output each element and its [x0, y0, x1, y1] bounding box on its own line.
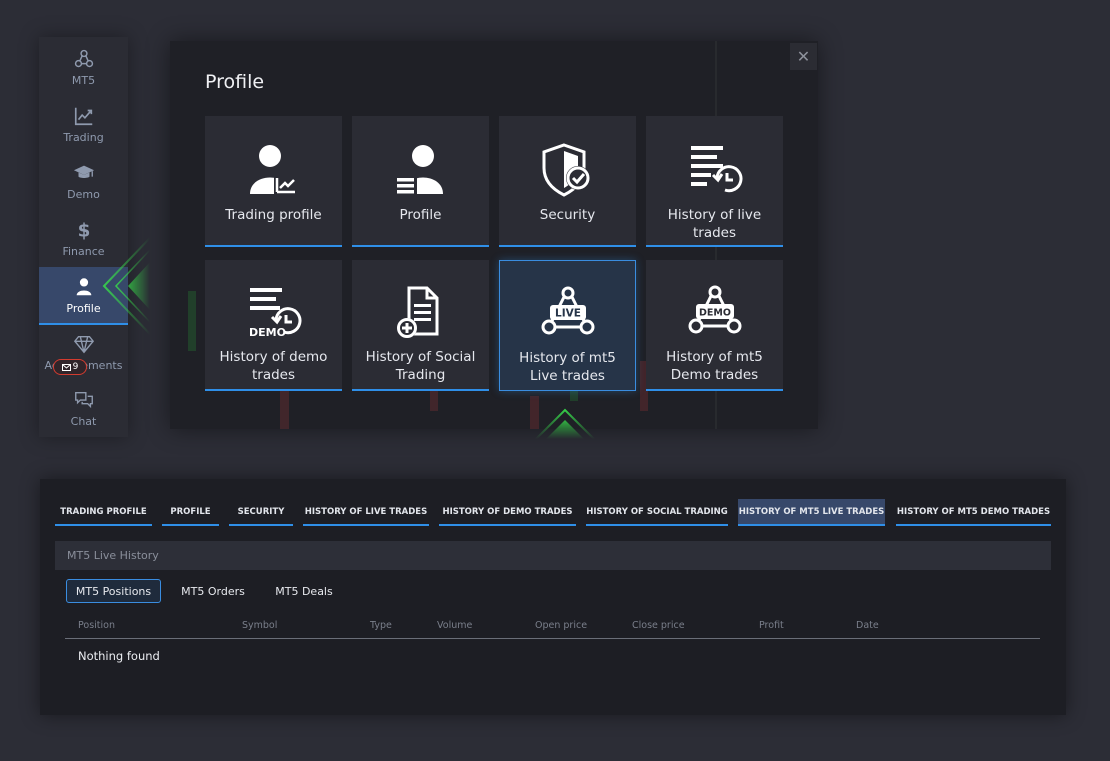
- tab-history-demo-trades[interactable]: HISTORY OF DEMO TRADES: [439, 499, 576, 526]
- profile-icon: [394, 145, 443, 194]
- tile-label: Security: [539, 207, 596, 223]
- tile-security[interactable]: Security: [499, 116, 636, 247]
- mt5-live-icon: LIVE: [541, 286, 594, 335]
- tab-history-live-trades[interactable]: HISTORY OF LIVE TRADES: [303, 499, 429, 526]
- sidebar-item-chat[interactable]: Chat: [39, 380, 128, 436]
- chat-unread-badge: 9: [53, 359, 87, 375]
- tab-history-mt5-live-trades[interactable]: HISTORY OF MT5 LIVE TRADES: [738, 499, 885, 526]
- dollar-icon: $: [77, 220, 90, 241]
- tile-label: Profile: [399, 207, 442, 223]
- user-icon: [76, 278, 91, 296]
- tab-security[interactable]: SECURITY: [229, 499, 293, 526]
- chat-bubbles-icon: [74, 391, 93, 409]
- tile-label: Trading profile: [225, 207, 322, 223]
- sidebar-item-label: Demo: [67, 188, 100, 201]
- column-position: Position: [78, 620, 115, 631]
- svg-text:DEMO: DEMO: [249, 326, 286, 339]
- graduation-cap-icon: [73, 165, 94, 179]
- green-pointer-arrow: [102, 237, 151, 335]
- green-up-arrow: [535, 408, 595, 440]
- sidebar-item-label: Finance: [62, 245, 105, 258]
- social-document-icon: [396, 286, 438, 338]
- column-volume: Volume: [437, 620, 473, 631]
- tile-history-mt5-demo-trades[interactable]: DEMO History of mt5 Demo trades: [646, 260, 783, 391]
- tile-history-mt5-live-trades[interactable]: LIVE History of mt5 Live trades: [499, 260, 636, 391]
- column-symbol: Symbol: [242, 620, 278, 631]
- sidebar-item-mt5[interactable]: MT5: [39, 39, 128, 95]
- mt5-demo-icon: DEMO: [688, 285, 741, 334]
- tile-label: History of Social Trading: [365, 349, 476, 383]
- live-history-icon: [690, 146, 742, 193]
- subtab-mt5-deals[interactable]: MT5 Deals: [268, 579, 340, 603]
- mail-icon: [61, 363, 71, 371]
- sidebar-item-label: Profile: [66, 302, 101, 315]
- section-title: MT5 Live History: [55, 541, 1051, 570]
- modal-title: Profile: [205, 71, 265, 93]
- svg-text:DEMO: DEMO: [699, 308, 731, 319]
- tab-history-social-trading[interactable]: HISTORY OF SOCIAL TRADING: [586, 499, 728, 526]
- subtab-mt5-orders[interactable]: MT5 Orders: [175, 579, 251, 603]
- sidebar-item-demo[interactable]: Demo: [39, 153, 128, 209]
- tab-trading-profile[interactable]: TRADING PROFILE: [55, 499, 152, 526]
- chat-badge-count: 9: [72, 362, 79, 372]
- column-date: Date: [856, 620, 879, 631]
- sidebar-item-label: MT5: [71, 74, 96, 87]
- svg-text:LIVE: LIVE: [555, 308, 581, 320]
- tile-history-demo-trades[interactable]: DEMO History of demo trades: [205, 260, 342, 391]
- tile-label: History of live trades: [667, 207, 762, 241]
- empty-state-message: Nothing found: [78, 649, 160, 663]
- demo-history-icon: DEMO: [249, 288, 301, 339]
- trading-profile-icon: [249, 145, 296, 194]
- mt5-network-icon: [74, 49, 93, 68]
- close-icon: ✕: [796, 47, 811, 66]
- column-profit: Profit: [759, 620, 784, 631]
- sidebar-item-trading[interactable]: Trading: [39, 96, 128, 152]
- sidebar-item-label: Chat: [70, 415, 97, 428]
- column-close-price: Close price: [632, 620, 685, 631]
- tile-label: History of mt5 Live trades: [519, 350, 616, 384]
- trading-chart-icon: [74, 107, 92, 126]
- tab-profile[interactable]: PROFILE: [162, 499, 219, 526]
- history-panel: TRADING PROFILE PROFILE SECURITY HISTORY…: [40, 479, 1066, 715]
- profile-modal: Profile Trading profile Profile Security…: [170, 41, 818, 429]
- close-button[interactable]: ✕: [790, 43, 817, 70]
- tile-profile[interactable]: Profile: [352, 116, 489, 247]
- tile-history-social-trading[interactable]: History of Social Trading: [352, 260, 489, 391]
- column-type: Type: [370, 620, 392, 631]
- tile-history-live-trades[interactable]: History of live trades: [646, 116, 783, 247]
- header-divider: [65, 638, 1040, 639]
- sidebar-item-label: Trading: [63, 131, 104, 144]
- tile-label: History of mt5 Demo trades: [666, 349, 763, 383]
- tab-history-mt5-demo-trades[interactable]: HISTORY OF MT5 DEMO TRADES: [896, 499, 1051, 526]
- subtab-mt5-positions[interactable]: MT5 Positions: [66, 579, 161, 603]
- column-open-price: Open price: [535, 620, 588, 631]
- shield-check-icon: [542, 143, 590, 197]
- svg-text:$: $: [77, 220, 90, 241]
- diamond-icon: [73, 335, 94, 354]
- tile-label: History of demo trades: [219, 349, 328, 383]
- tile-trading-profile[interactable]: Trading profile: [205, 116, 342, 247]
